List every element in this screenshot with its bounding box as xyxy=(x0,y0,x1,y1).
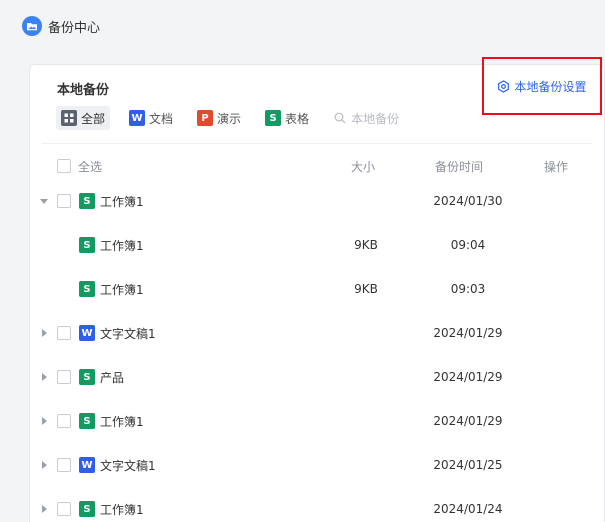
spreadsheet-doc-icon: S xyxy=(79,193,95,209)
file-name: 产品 xyxy=(100,370,125,385)
spreadsheet-doc-icon: S xyxy=(265,110,282,126)
file-size xyxy=(336,487,396,522)
settings-gear-icon xyxy=(498,79,510,93)
backup-version-row[interactable]: S 工作簿1 9KB 09:04 xyxy=(30,223,605,267)
file-name: 文字文稿1 xyxy=(100,326,156,341)
filter-docs-label: 文档 xyxy=(149,111,174,126)
row-checkbox[interactable] xyxy=(57,502,71,516)
filter-docs[interactable]: W 文档 xyxy=(124,106,178,130)
presentation-doc-icon: P xyxy=(197,110,214,126)
backup-file-row[interactable]: S 工作簿1 2024/01/24 xyxy=(30,487,605,522)
writer-doc-icon: W xyxy=(79,325,95,341)
file-name: 工作簿1 xyxy=(100,194,144,209)
spreadsheet-doc-icon: S xyxy=(79,413,95,429)
settings-link-label: 本地备份设置 xyxy=(514,79,587,94)
writer-doc-icon: W xyxy=(129,110,146,126)
spreadsheet-doc-icon: S xyxy=(79,501,95,517)
search-placeholder: 本地备份 xyxy=(351,111,400,126)
filter-sheets-label: 表格 xyxy=(285,111,310,126)
backup-file-row[interactable]: S 产品 2024/01/29 xyxy=(30,355,605,399)
file-size: 9KB xyxy=(354,238,378,252)
local-backup-settings-highlight: 本地备份设置 xyxy=(482,57,602,115)
filter-all-label: 全部 xyxy=(81,111,106,126)
column-size-header: 大小 xyxy=(351,159,376,174)
divider xyxy=(42,143,592,144)
backup-time: 2024/01/24 xyxy=(433,502,503,516)
filter-all[interactable]: 全部 xyxy=(56,106,111,130)
local-backup-panel: 本地备份 本地备份设置 全部 W 文档 P 演示 S 表格 本地备份 全选 大小… xyxy=(29,57,605,522)
spreadsheet-doc-icon: S xyxy=(79,369,95,385)
backup-file-row[interactable]: S 工作簿1 2024/01/30 xyxy=(30,179,605,223)
file-name: 工作簿1 xyxy=(100,414,144,429)
grid-icon xyxy=(61,110,77,126)
backup-file-row[interactable]: W 文字文稿1 2024/01/25 xyxy=(30,443,605,487)
file-size xyxy=(336,399,396,443)
spreadsheet-doc-icon: S xyxy=(79,281,95,297)
backup-time: 2024/01/29 xyxy=(433,414,503,428)
backup-time: 2024/01/29 xyxy=(433,370,503,384)
writer-doc-icon: W xyxy=(79,457,95,473)
backup-version-row[interactable]: S 工作簿1 9KB 09:03 xyxy=(30,267,605,311)
file-name: 工作簿1 xyxy=(100,238,144,253)
file-name: 工作簿1 xyxy=(100,502,144,517)
caret-right-icon[interactable] xyxy=(39,460,49,470)
backup-file-row[interactable]: W 文字文稿1 2024/01/29 xyxy=(30,311,605,355)
spreadsheet-doc-icon: S xyxy=(79,237,95,253)
column-action-header: 操作 xyxy=(544,159,569,174)
app-title: 备份中心 xyxy=(48,20,101,36)
file-name: 文字文稿1 xyxy=(100,458,156,473)
filter-presentations[interactable]: P 演示 xyxy=(192,106,246,130)
row-checkbox[interactable] xyxy=(57,326,71,340)
backup-time: 2024/01/29 xyxy=(433,326,503,340)
backup-time: 2024/01/30 xyxy=(433,194,503,208)
backup-center-logo-icon xyxy=(22,16,42,36)
backup-file-row[interactable]: S 工作簿1 2024/01/29 xyxy=(30,399,605,443)
local-backup-settings-link[interactable]: 本地备份设置 xyxy=(497,78,587,95)
file-size xyxy=(336,311,396,355)
file-size xyxy=(336,443,396,487)
table-header: 全选 大小 备份时间 操作 xyxy=(30,154,605,178)
app-header: 备份中心 xyxy=(0,0,605,52)
filter-bar: 全部 W 文档 P 演示 S 表格 本地备份 xyxy=(56,106,399,130)
caret-right-icon[interactable] xyxy=(39,372,49,382)
search-input[interactable]: 本地备份 xyxy=(334,110,399,127)
file-name: 工作簿1 xyxy=(100,282,144,297)
caret-right-icon[interactable] xyxy=(39,504,49,514)
select-all-label: 全选 xyxy=(78,159,103,174)
row-checkbox[interactable] xyxy=(57,414,71,428)
file-size xyxy=(336,355,396,399)
filter-presentations-label: 演示 xyxy=(217,111,242,126)
row-checkbox[interactable] xyxy=(57,458,71,472)
caret-right-icon[interactable] xyxy=(39,416,49,426)
backup-time: 09:04 xyxy=(450,238,486,252)
search-icon xyxy=(334,112,346,124)
file-size: 9KB xyxy=(354,282,378,296)
row-checkbox[interactable] xyxy=(57,194,71,208)
caret-right-icon[interactable] xyxy=(39,328,49,338)
select-all-checkbox[interactable] xyxy=(57,159,71,173)
panel-title: 本地备份 xyxy=(57,83,110,98)
backup-time: 09:03 xyxy=(450,282,486,296)
backup-time: 2024/01/25 xyxy=(433,458,503,472)
row-checkbox[interactable] xyxy=(57,370,71,384)
select-all-group: 全选 xyxy=(57,154,102,178)
column-backup-time-header: 备份时间 xyxy=(435,159,484,174)
caret-down-icon[interactable] xyxy=(39,196,49,206)
file-size xyxy=(336,179,396,223)
filter-sheets[interactable]: S 表格 xyxy=(260,106,314,130)
